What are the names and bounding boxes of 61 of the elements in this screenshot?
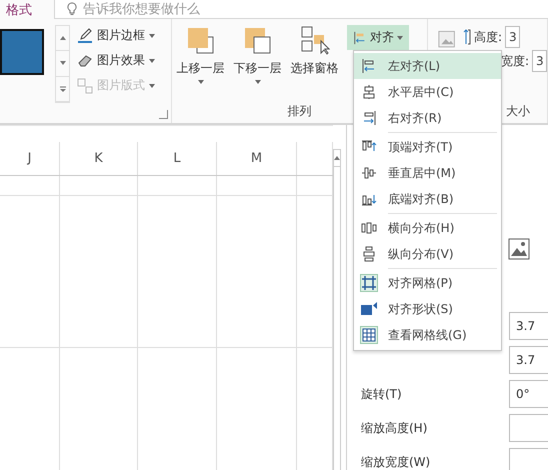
- property-label: 缩放宽度(W): [361, 454, 432, 470]
- size-field[interactable]: 3: [505, 26, 520, 48]
- size-field[interactable]: 3: [532, 50, 547, 72]
- align-middle-icon: [361, 165, 377, 181]
- property-field[interactable]: 0°: [509, 380, 548, 408]
- property-field[interactable]: 3.7: [509, 312, 548, 340]
- menu-item[interactable]: 水平居中(C): [354, 79, 501, 105]
- more-icon: [60, 86, 66, 92]
- align-left-icon: [353, 30, 367, 46]
- scroll-up-icon: [60, 36, 66, 40]
- snap-shape-icon: [360, 300, 378, 318]
- caret-icon: [149, 58, 155, 62]
- arrange-button[interactable]: 选择窗格: [286, 25, 343, 103]
- menu-item[interactable]: 左对齐(L): [354, 53, 501, 79]
- menu-item[interactable]: 顶端对齐(T): [354, 134, 501, 160]
- ribbon-tab[interactable]: 格式: [0, 0, 55, 19]
- dialog-launcher-icon[interactable]: [159, 110, 168, 119]
- lightbulb-icon: [67, 2, 77, 16]
- group-label: 排列: [288, 103, 312, 118]
- align-right-icon: [361, 110, 377, 126]
- group-label: 大小: [506, 103, 530, 118]
- menu-item[interactable]: 对齐形状(S): [354, 296, 501, 322]
- size-label: 宽度:: [500, 52, 529, 70]
- menu-item[interactable]: 垂直居中(M): [354, 160, 501, 186]
- gridlines-icon: [360, 326, 378, 344]
- menu-item[interactable]: 纵向分布(V): [354, 241, 501, 267]
- ribbon-command[interactable]: 图片效果: [77, 50, 155, 71]
- scroll-up-icon: [334, 156, 340, 160]
- caret-icon: [397, 36, 403, 40]
- picture-icon: [508, 238, 530, 260]
- layout-icon: [77, 78, 93, 94]
- column-header[interactable]: L: [138, 142, 217, 175]
- menu-item[interactable]: 横向分布(H): [354, 215, 501, 241]
- property-field[interactable]: 3.7: [509, 346, 548, 374]
- menu-item[interactable]: 对齐网格(P): [354, 270, 501, 296]
- column-header[interactable]: K: [60, 142, 138, 175]
- eraser-icon: [77, 52, 93, 68]
- property-field[interactable]: [509, 414, 548, 442]
- scroll-down-icon: [60, 61, 66, 66]
- align-left-icon: [361, 58, 377, 74]
- menu-item[interactable]: 底端对齐(B): [354, 186, 501, 212]
- picture-style-thumbnail[interactable]: [0, 29, 44, 75]
- column-header[interactable]: J: [0, 142, 60, 175]
- caret-icon: [149, 84, 155, 88]
- align-button[interactable]: 对齐: [347, 25, 409, 50]
- size-label: 高度:: [474, 28, 502, 46]
- pen-border-icon: [77, 28, 93, 44]
- snap-grid-icon: [360, 274, 378, 292]
- property-label: 旋转(T): [361, 386, 403, 402]
- selection-pane-icon: [300, 25, 330, 57]
- property-label: 缩放高度(H): [361, 420, 428, 436]
- ribbon-command[interactable]: 图片边框: [77, 25, 155, 46]
- arrange-button[interactable]: 上移一层: [172, 25, 229, 103]
- distribute-horizontal-icon: [361, 220, 377, 236]
- distribute-vertical-icon: [361, 246, 377, 262]
- align-center-icon: [361, 84, 377, 100]
- menu-item[interactable]: 右对齐(R): [354, 105, 501, 131]
- menu-item[interactable]: 查看网格线(G): [354, 322, 501, 348]
- column-header[interactable]: M: [217, 142, 297, 175]
- caret-icon: [149, 34, 155, 38]
- arrange-button[interactable]: 下移一层: [229, 25, 286, 103]
